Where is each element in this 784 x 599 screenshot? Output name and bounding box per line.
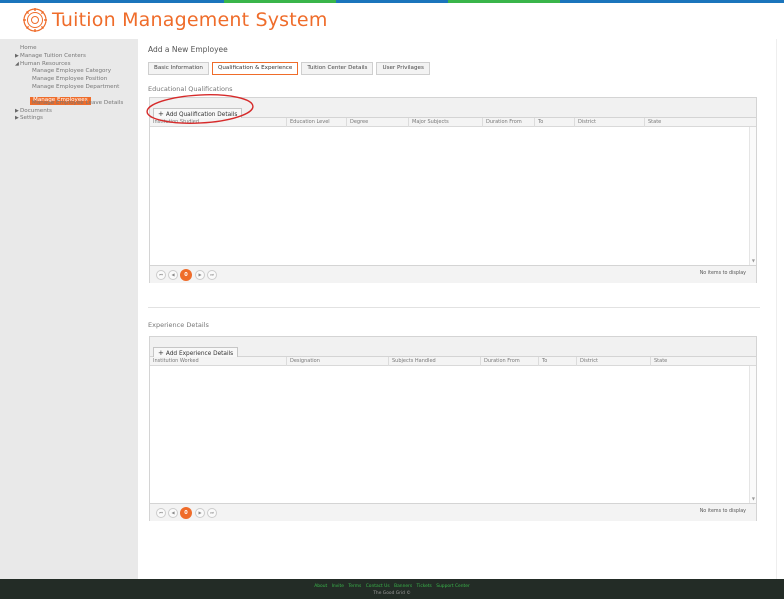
prev-page-icon[interactable]: ◀ <box>168 508 178 518</box>
footer-links: About Invite Terms Contact Us Banners Ti… <box>0 579 784 591</box>
column-header[interactable]: Institution Studied <box>150 118 286 127</box>
current-page: 0 <box>180 269 192 281</box>
app-header: Tuition Management System <box>0 3 784 39</box>
sidebar: Home ▶ Manage Tuition Centers ◢ Human Reso… <box>0 39 138 579</box>
current-page: 0 <box>180 507 192 519</box>
grid-header: Institution Studied Education Level Degr… <box>150 118 756 127</box>
sidebar-item-human-resources[interactable]: ◢ Human Resources <box>0 61 138 69</box>
footer-link-invite[interactable]: Invite <box>332 584 344 589</box>
app-title: Tuition Management System <box>52 9 328 31</box>
footer-copyright: The Good Grid © <box>373 591 411 596</box>
sidebar-item-documents[interactable]: ▶ Documents <box>0 108 138 116</box>
footer-link-tickets[interactable]: Tickets <box>417 584 432 589</box>
sidebar-item-label: Documents <box>20 107 52 114</box>
scroll-down-icon: ▼ <box>751 496 755 501</box>
footer-link-banners[interactable]: Banners <box>394 584 412 589</box>
grid-pager: ⏮ ◀ 0 ▶ ⏭ No items to display <box>150 265 756 283</box>
grid-body: ▼ <box>150 366 756 503</box>
grid-pager: ⏮ ◀ 0 ▶ ⏭ No items to display <box>150 503 756 521</box>
footer-link-contact-us[interactable]: Contact Us <box>366 584 390 589</box>
next-page-icon[interactable]: ▶ <box>195 270 205 280</box>
main-content: Add a New Employee Basic Information Qua… <box>146 39 760 579</box>
column-header[interactable]: Duration From <box>482 118 534 127</box>
educational-qualifications-title: Educational Qualifications <box>148 85 233 93</box>
grid-toolbar: + Add Experience Details <box>150 337 756 360</box>
column-header[interactable]: Education Level <box>286 118 346 127</box>
column-header[interactable]: To <box>538 357 576 366</box>
section-divider <box>148 307 760 308</box>
column-header[interactable]: Subjects Handled <box>388 357 480 366</box>
sidebar-item-label: Settings <box>20 115 43 122</box>
sidebar-item-label: Manage Tuition Centers <box>20 52 86 59</box>
scroll-down-icon: ▼ <box>751 258 755 263</box>
triangle-icon: ▶ <box>15 52 19 59</box>
grid-body: ▼ <box>150 127 756 265</box>
column-header[interactable]: Degree <box>346 118 408 127</box>
triangle-icon: ▶ <box>15 107 19 114</box>
plus-icon: + <box>158 349 164 357</box>
pager-info: No items to display <box>699 509 746 514</box>
sidebar-item-manage-employee-leave-details[interactable]: Manage Employee Leave Details <box>0 100 138 108</box>
footer-link-about[interactable]: About <box>314 584 327 589</box>
column-header[interactable]: To <box>534 118 574 127</box>
column-header[interactable]: District <box>576 357 650 366</box>
first-page-icon[interactable]: ⏮ <box>156 508 166 518</box>
footer-link-support-center[interactable]: Support Center <box>436 584 470 589</box>
last-page-icon[interactable]: ⏭ <box>207 270 217 280</box>
column-header[interactable]: Duration From <box>480 357 538 366</box>
triangle-icon: ◢ <box>15 60 19 67</box>
experience-details-title: Experience Details <box>148 321 209 329</box>
next-page-icon[interactable]: ▶ <box>195 508 205 518</box>
sidebar-item-home[interactable]: Home <box>0 45 138 53</box>
sidebar-item-manage-employee-position[interactable]: Manage Employee Position <box>0 76 138 84</box>
column-header[interactable]: Institution Worked <box>150 357 286 366</box>
grid-scrollbar[interactable]: ▼ <box>749 127 756 265</box>
grid-scrollbar[interactable]: ▼ <box>749 366 756 503</box>
column-header[interactable]: Major Subjects <box>408 118 482 127</box>
page-title: Add a New Employee <box>148 45 228 54</box>
grid-toolbar: + Add Qualification Details <box>150 98 756 121</box>
pager-info: No items to display <box>699 271 746 276</box>
tab-user-privilages[interactable]: User Privilages <box>376 62 430 75</box>
tab-qualification-experience[interactable]: Qualification & Experience <box>211 62 299 75</box>
page-scrollbar[interactable] <box>776 39 784 579</box>
sidebar-item-manage-tuition-centers[interactable]: ▶ Manage Tuition Centers <box>0 53 138 61</box>
experience-grid: + Add Experience Details Institution Work… <box>149 336 757 521</box>
sidebar-item-manage-employee-category[interactable]: Manage Employee Category <box>0 68 138 76</box>
sidebar-item-manage-employee-department[interactable]: Manage Employee Department <box>0 84 138 92</box>
footer: About Invite Terms Contact Us Banners Ti… <box>0 579 784 599</box>
tab-bar: Basic Information Qualification & Experi… <box>148 62 433 75</box>
tab-tuition-center-details[interactable]: Tuition Center Details <box>301 62 374 75</box>
triangle-icon: ▶ <box>15 115 19 122</box>
column-header[interactable]: State <box>644 118 750 127</box>
column-header[interactable]: District <box>574 118 644 127</box>
sidebar-item-settings[interactable]: ▶ Settings <box>0 115 138 123</box>
gear-logo-icon <box>23 8 47 32</box>
first-page-icon[interactable]: ⏮ <box>156 270 166 280</box>
plus-icon: + <box>158 110 164 118</box>
grid-header: Institution Worked Designation Subjects … <box>150 357 756 366</box>
footer-link-terms[interactable]: Terms <box>348 584 361 589</box>
prev-page-icon[interactable]: ◀ <box>168 270 178 280</box>
sidebar-item-label: Human Resources <box>20 60 71 67</box>
tab-basic-information[interactable]: Basic Information <box>148 62 209 75</box>
column-header[interactable]: State <box>650 357 750 366</box>
qualification-grid: + Add Qualification Details Institution S… <box>149 97 757 283</box>
last-page-icon[interactable]: ⏭ <box>207 508 217 518</box>
column-header[interactable]: Designation <box>286 357 388 366</box>
